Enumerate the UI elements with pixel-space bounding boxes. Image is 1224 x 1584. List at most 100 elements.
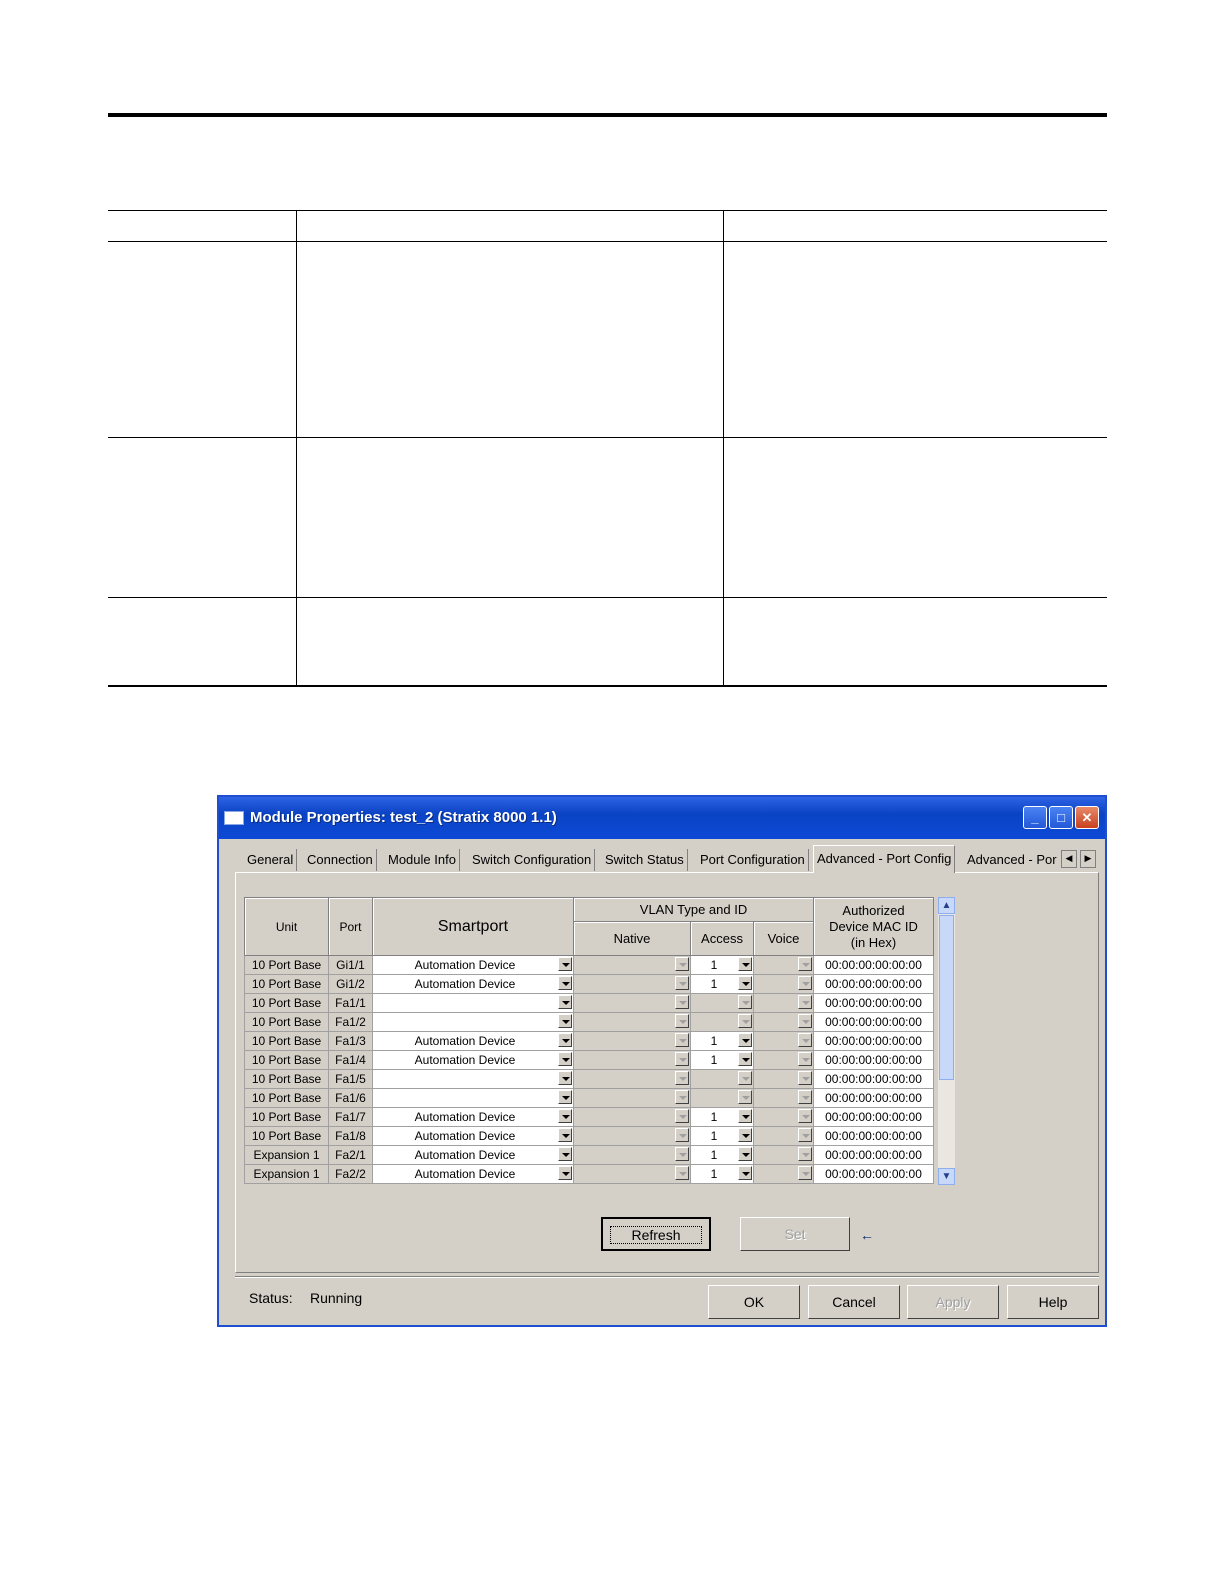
tab-scroll-left-icon[interactable]: ◀ [1061, 850, 1077, 868]
refresh-button[interactable]: Refresh [601, 1217, 711, 1251]
dropdown-arrow-icon [675, 995, 689, 1009]
tab-advanced-port-config[interactable]: Advanced - Port Config [813, 845, 956, 873]
native-select [573, 993, 691, 1013]
scroll-thumb[interactable] [939, 915, 954, 1080]
dropdown-arrow-icon[interactable] [558, 1052, 572, 1066]
tab-module-info[interactable]: Module Info [385, 849, 460, 871]
voice-select [753, 993, 814, 1013]
mac-cell[interactable]: 00:00:00:00:00:00 [813, 1031, 934, 1051]
mac-cell[interactable]: 00:00:00:00:00:00 [813, 1126, 934, 1146]
dropdown-arrow-icon[interactable] [558, 1033, 572, 1047]
dropdown-arrow-icon[interactable] [738, 1166, 752, 1180]
access-select[interactable]: 1 [690, 974, 754, 994]
voice-select [753, 1050, 814, 1070]
dropdown-arrow-icon[interactable] [558, 1128, 572, 1142]
mac-cell[interactable]: 00:00:00:00:00:00 [813, 1164, 934, 1184]
set-button[interactable]: Set [740, 1217, 850, 1251]
smartport-value: Automation Device [414, 1148, 516, 1162]
dropdown-arrow-icon[interactable] [738, 1128, 752, 1142]
document-table [108, 210, 1107, 687]
tab-switch-status[interactable]: Switch Status [602, 849, 688, 871]
scroll-down-icon[interactable]: ▼ [938, 1168, 955, 1185]
document-table-header-row [108, 210, 1107, 242]
mac-cell[interactable]: 00:00:00:00:00:00 [813, 1145, 934, 1165]
dropdown-arrow-icon [675, 1109, 689, 1123]
dropdown-arrow-icon[interactable] [558, 1166, 572, 1180]
column-header-native: Native [573, 921, 691, 956]
smartport-select[interactable]: Automation Device [372, 974, 574, 994]
smartport-select[interactable]: Automation Device [372, 1164, 574, 1184]
document-cell [296, 597, 724, 686]
table-row: 10 Port Base Fa1/2 00:00:00:00:00:00 [244, 1012, 934, 1032]
access-select[interactable]: 1 [690, 1050, 754, 1070]
smartport-select[interactable]: Automation Device [372, 955, 574, 975]
access-select[interactable]: 1 [690, 1164, 754, 1184]
cancel-button[interactable]: Cancel [808, 1285, 900, 1319]
title-bar[interactable]: Module Properties: test_2 (Stratix 8000 … [219, 797, 1105, 839]
dropdown-arrow-icon[interactable] [558, 1147, 572, 1161]
dropdown-arrow-icon[interactable] [558, 1090, 572, 1104]
tab-connection[interactable]: Connection [304, 849, 377, 871]
dropdown-arrow-icon[interactable] [558, 1014, 572, 1028]
unit-cell: 10 Port Base [244, 955, 329, 975]
smartport-select[interactable] [372, 1012, 574, 1032]
smartport-select[interactable]: Automation Device [372, 1031, 574, 1051]
mac-cell[interactable]: 00:00:00:00:00:00 [813, 974, 934, 994]
access-select[interactable]: 1 [690, 1126, 754, 1146]
grid-scrollbar[interactable]: ▲ ▼ [938, 897, 955, 1185]
smartport-select[interactable]: Automation Device [372, 1126, 574, 1146]
close-icon[interactable]: ✕ [1075, 806, 1099, 829]
dropdown-arrow-icon [798, 1014, 812, 1028]
tab-scroll-right-icon[interactable]: ▶ [1080, 850, 1096, 868]
unit-cell: Expansion 1 [244, 1145, 329, 1165]
access-value: 1 [710, 1053, 718, 1067]
dropdown-arrow-icon[interactable] [558, 957, 572, 971]
tab-port-configuration[interactable]: Port Configuration [697, 849, 809, 871]
tab-switch-configuration[interactable]: Switch Configuration [469, 849, 596, 871]
dropdown-arrow-icon[interactable] [738, 1033, 752, 1047]
table-row: 10 Port Base Gi1/2 Automation Device 1 00:00… [244, 974, 934, 994]
dropdown-arrow-icon[interactable] [738, 1109, 752, 1123]
dropdown-arrow-icon[interactable] [558, 995, 572, 1009]
mac-cell[interactable]: 00:00:00:00:00:00 [813, 1088, 934, 1108]
mac-cell[interactable]: 00:00:00:00:00:00 [813, 1012, 934, 1032]
ok-button[interactable]: OK [708, 1285, 800, 1319]
voice-select [753, 1069, 814, 1089]
mac-cell[interactable]: 00:00:00:00:00:00 [813, 1069, 934, 1089]
scroll-up-icon[interactable]: ▲ [938, 897, 955, 914]
unit-cell: 10 Port Base [244, 993, 329, 1013]
minimize-icon[interactable]: _ [1023, 806, 1047, 829]
dropdown-arrow-icon[interactable] [558, 1071, 572, 1085]
mac-cell[interactable]: 00:00:00:00:00:00 [813, 1050, 934, 1070]
mac-header-line: (in Hex) [850, 934, 897, 950]
dropdown-arrow-icon[interactable] [558, 976, 572, 990]
dropdown-arrow-icon[interactable] [738, 1147, 752, 1161]
arrow-left-icon: ← [860, 1227, 874, 1243]
tab-advanced-port-more[interactable]: Advanced - Por [964, 849, 1058, 871]
tab-general[interactable]: General [244, 849, 298, 871]
smartport-select[interactable] [372, 993, 574, 1013]
access-select[interactable]: 1 [690, 1145, 754, 1165]
smartport-select[interactable]: Automation Device [372, 1050, 574, 1070]
voice-select [753, 1088, 814, 1108]
smartport-select[interactable] [372, 1088, 574, 1108]
dropdown-arrow-icon[interactable] [558, 1109, 572, 1123]
mac-cell[interactable]: 00:00:00:00:00:00 [813, 955, 934, 975]
access-value: 1 [710, 1129, 718, 1143]
access-select[interactable]: 1 [690, 1031, 754, 1051]
dropdown-arrow-icon[interactable] [738, 957, 752, 971]
port-cell: Fa1/2 [328, 1012, 373, 1032]
smartport-select[interactable] [372, 1069, 574, 1089]
native-select [573, 974, 691, 994]
access-select[interactable]: 1 [690, 1107, 754, 1127]
mac-cell[interactable]: 00:00:00:00:00:00 [813, 993, 934, 1013]
mac-cell[interactable]: 00:00:00:00:00:00 [813, 1107, 934, 1127]
maximize-icon[interactable]: □ [1049, 806, 1073, 829]
smartport-select[interactable]: Automation Device [372, 1107, 574, 1127]
dropdown-arrow-icon[interactable] [738, 1052, 752, 1066]
help-button[interactable]: Help [1007, 1285, 1099, 1319]
apply-button[interactable]: Apply [907, 1285, 999, 1319]
smartport-select[interactable]: Automation Device [372, 1145, 574, 1165]
dropdown-arrow-icon[interactable] [738, 976, 752, 990]
access-select[interactable]: 1 [690, 955, 754, 975]
